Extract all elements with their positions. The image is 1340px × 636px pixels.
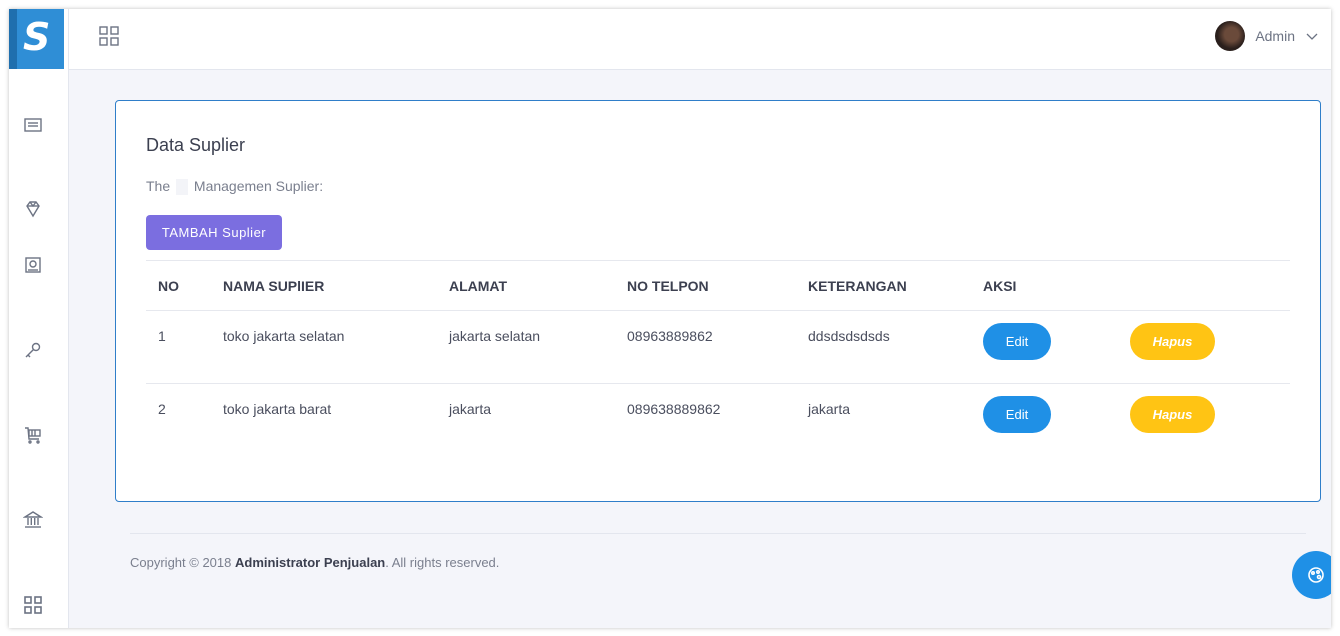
key-icon[interactable] bbox=[22, 339, 44, 361]
cell-nama: toko jakarta selatan bbox=[211, 310, 437, 384]
page-title: Data Suplier bbox=[146, 135, 246, 155]
subtitle-gap bbox=[176, 179, 189, 196]
header-aksi: AKSI bbox=[971, 260, 1118, 311]
cell-alamat: jakarta selatan bbox=[437, 310, 615, 384]
cell-keterangan: ddsdsdsdsds bbox=[796, 310, 971, 384]
sidebar: S bbox=[9, 9, 69, 628]
cell-nama: toko jakarta barat bbox=[223, 401, 332, 417]
topbar: Admin bbox=[69, 9, 1331, 70]
table-row: 1 toko jakarta selatan jakarta selatan 0… bbox=[146, 310, 1290, 384]
cell-telpon: 089638889862 bbox=[627, 401, 721, 417]
palette-icon bbox=[1308, 567, 1324, 583]
subtitle-rest: Managemen Suplier: bbox=[193, 178, 324, 194]
cell-hapus: Hapus bbox=[1118, 310, 1290, 384]
card-subtitle: The Managemen Suplier: bbox=[146, 178, 324, 196]
cell-no: 1 bbox=[146, 310, 211, 384]
subtitle-prefix: The bbox=[146, 178, 171, 194]
cell-edit: Edit bbox=[971, 384, 1118, 457]
edit-button[interactable]: Edit bbox=[983, 323, 1051, 360]
grid-icon[interactable] bbox=[97, 24, 121, 48]
footer-divider bbox=[130, 533, 1306, 534]
app-frame: S Admin Data Suplier The Managemen Supli… bbox=[9, 9, 1331, 628]
add-supplier-button[interactable]: TAMBAH Suplier bbox=[146, 215, 282, 250]
footer-company: Administrator Penjualan bbox=[234, 555, 386, 570]
edit-button[interactable]: Edit bbox=[983, 396, 1051, 433]
header-telpon: NO TELPON bbox=[615, 260, 796, 311]
image-icon[interactable] bbox=[22, 254, 44, 276]
cell-no: 2 bbox=[158, 401, 166, 417]
table-row: 2 toko jakarta barat jakarta 08963888986… bbox=[146, 384, 1290, 457]
header-keterangan: KETERANGAN bbox=[796, 260, 971, 311]
cart-icon[interactable] bbox=[22, 424, 44, 446]
footer-prefix: Copyright © 2018 bbox=[130, 555, 235, 570]
grid-icon[interactable] bbox=[22, 594, 44, 616]
cell-keterangan: jakarta bbox=[808, 401, 851, 417]
delete-button[interactable]: Hapus bbox=[1130, 396, 1215, 433]
table-header-row: NO NAMA SUPlIER ALAMAT NO TELPON KETERAN… bbox=[146, 260, 1290, 311]
bank-icon[interactable] bbox=[22, 509, 44, 531]
cell-edit: Edit bbox=[971, 310, 1118, 384]
user-menu[interactable]: Admin bbox=[1215, 20, 1319, 52]
header-no: NO bbox=[146, 260, 211, 311]
diamond-icon[interactable] bbox=[22, 198, 44, 220]
header-nama: NAMA SUPlIER bbox=[211, 260, 437, 311]
header-blank bbox=[1118, 260, 1290, 311]
chevron-down-icon[interactable] bbox=[1305, 29, 1319, 43]
header-alamat: ALAMAT bbox=[437, 260, 615, 311]
list-icon[interactable] bbox=[22, 114, 44, 136]
brand-logo[interactable]: S bbox=[9, 9, 64, 69]
logo-notch bbox=[9, 9, 17, 69]
footer-suffix: . All rights reserved. bbox=[385, 555, 500, 570]
cell-telpon: 08963889862 bbox=[615, 310, 796, 384]
cell-alamat: jakarta bbox=[449, 401, 492, 417]
logo-letter: S bbox=[23, 15, 51, 59]
cell-hapus: Hapus bbox=[1118, 384, 1290, 457]
delete-button[interactable]: Hapus bbox=[1130, 323, 1215, 360]
user-name[interactable]: Admin bbox=[1255, 28, 1295, 44]
settings-fab[interactable] bbox=[1292, 551, 1331, 599]
supplier-table: NO NAMA SUPlIER ALAMAT NO TELPON KETERAN… bbox=[146, 260, 1290, 457]
footer: Copyright © 2018 Administrator Penjualan… bbox=[130, 555, 499, 570]
supplier-card: Data Suplier The Managemen Suplier: TAMB… bbox=[115, 100, 1321, 502]
avatar[interactable] bbox=[1215, 21, 1246, 51]
